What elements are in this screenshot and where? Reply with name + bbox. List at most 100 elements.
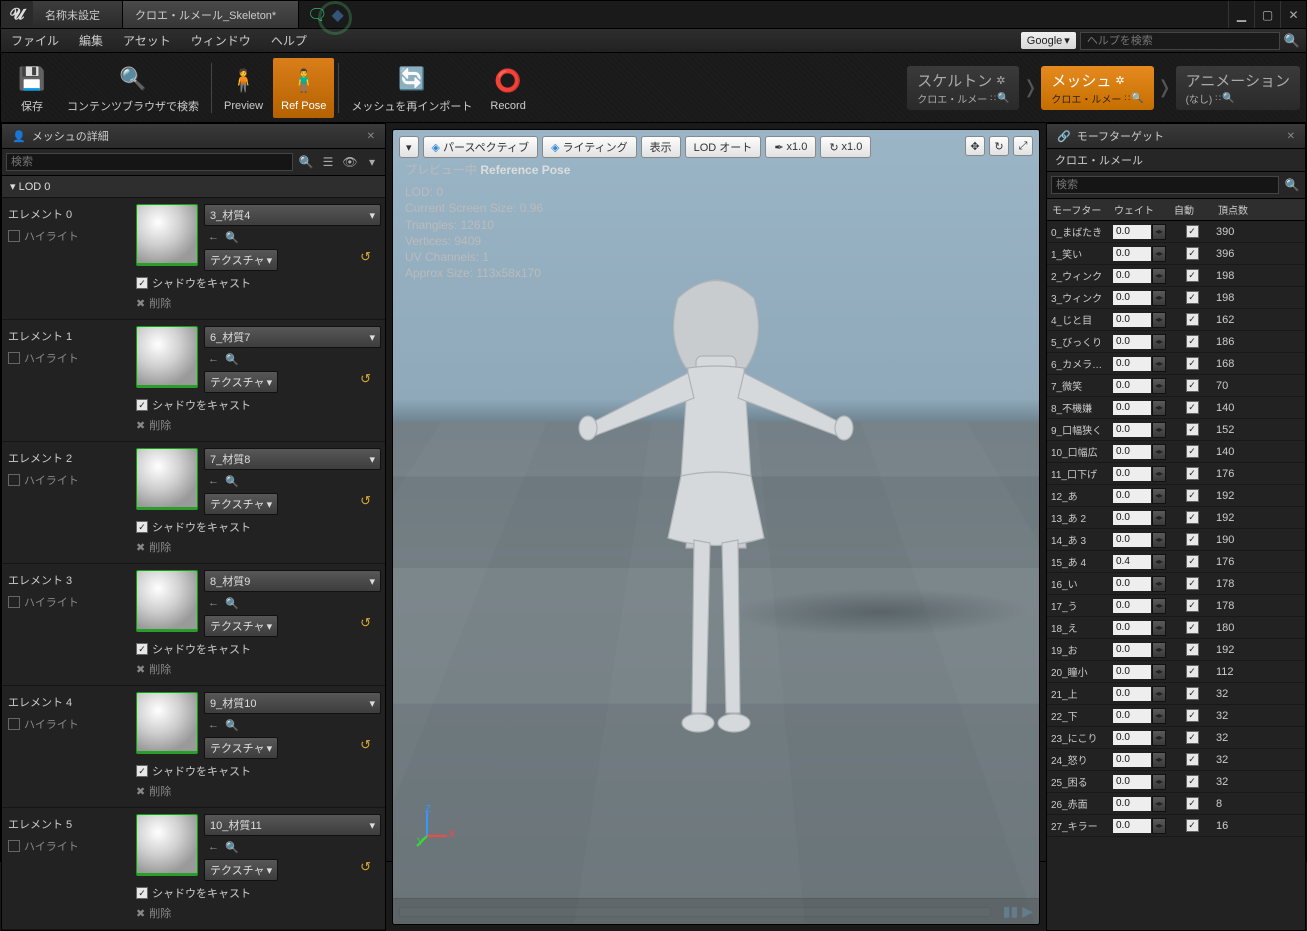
search-icon[interactable]: 🔍: [1283, 176, 1301, 194]
auto-checkbox[interactable]: ✓: [1186, 511, 1199, 524]
auto-checkbox[interactable]: ✓: [1186, 577, 1199, 590]
menu-help[interactable]: ヘルプ: [261, 32, 317, 49]
weight-spinner[interactable]: ◂▸: [1112, 444, 1166, 460]
spinner-buttons-icon[interactable]: ◂▸: [1152, 444, 1166, 460]
morph-name[interactable]: 11_口下げ: [1051, 466, 1112, 481]
help-search-input[interactable]: [1080, 32, 1280, 50]
revert-icon[interactable]: ↺: [360, 371, 371, 387]
header-verts[interactable]: 頂点数: [1204, 202, 1300, 217]
auto-checkbox[interactable]: ✓: [1186, 401, 1199, 414]
morph-name[interactable]: 25_困る: [1051, 774, 1112, 789]
speed-1-button[interactable]: ✒ x1.0: [765, 136, 816, 158]
spinner-buttons-icon[interactable]: ◂▸: [1152, 400, 1166, 416]
morph-name[interactable]: 10_口幅広: [1051, 444, 1112, 459]
spinner-buttons-icon[interactable]: ◂▸: [1152, 334, 1166, 350]
spinner-buttons-icon[interactable]: ◂▸: [1152, 268, 1166, 284]
maximize-button[interactable]: ▢: [1254, 1, 1280, 28]
weight-input[interactable]: [1112, 400, 1152, 416]
spinner-buttons-icon[interactable]: ◂▸: [1152, 554, 1166, 570]
weight-spinner[interactable]: ◂▸: [1112, 422, 1166, 438]
weight-spinner[interactable]: ◂▸: [1112, 752, 1166, 768]
morph-name[interactable]: 2_ウィンク: [1051, 268, 1112, 283]
morph-name[interactable]: 23_にこり: [1051, 730, 1112, 745]
texture-dropdown[interactable]: テクスチャ ▾: [204, 859, 278, 881]
auto-checkbox[interactable]: ✓: [1186, 445, 1199, 458]
revert-icon[interactable]: ↺: [360, 859, 371, 875]
morph-name[interactable]: 13_あ 2: [1051, 510, 1112, 525]
eye-icon[interactable]: 👁: [341, 153, 359, 171]
search-icon[interactable]: 🔍: [225, 353, 239, 366]
morph-name[interactable]: 7_微笑: [1051, 378, 1112, 393]
morph-name[interactable]: 9_口幅狭く: [1051, 422, 1112, 437]
lod-button[interactable]: LOD オート: [685, 136, 762, 158]
weight-input[interactable]: [1112, 246, 1152, 262]
morph-name[interactable]: 1_笑い: [1051, 246, 1112, 261]
spinner-buttons-icon[interactable]: ◂▸: [1152, 488, 1166, 504]
shadow-checkbox[interactable]: ✓シャドウをキャスト: [136, 761, 381, 781]
weight-spinner[interactable]: ◂▸: [1112, 708, 1166, 724]
minimize-button[interactable]: ▁: [1228, 1, 1254, 28]
search-icon[interactable]: 🔍: [1284, 33, 1300, 49]
weight-input[interactable]: [1112, 378, 1152, 394]
weight-spinner[interactable]: ◂▸: [1112, 378, 1166, 394]
spinner-buttons-icon[interactable]: ◂▸: [1152, 774, 1166, 790]
weight-spinner[interactable]: ◂▸: [1112, 818, 1166, 834]
weight-input[interactable]: [1112, 730, 1152, 746]
search-icon[interactable]: 🔍: [225, 475, 239, 488]
auto-checkbox[interactable]: ✓: [1186, 423, 1199, 436]
delete-button[interactable]: ✖削除: [136, 781, 381, 801]
weight-spinner[interactable]: ◂▸: [1112, 312, 1166, 328]
weight-spinner[interactable]: ◂▸: [1112, 620, 1166, 636]
tab-1[interactable]: 名称未設定: [33, 1, 123, 28]
morph-name[interactable]: 19_お: [1051, 642, 1112, 657]
highlight-checkbox[interactable]: ハイライト: [8, 838, 126, 854]
weight-spinner[interactable]: ◂▸: [1112, 774, 1166, 790]
material-dropdown[interactable]: 7_材質8▾: [204, 448, 381, 470]
auto-checkbox[interactable]: ✓: [1186, 687, 1199, 700]
weight-spinner[interactable]: ◂▸: [1112, 686, 1166, 702]
weight-input[interactable]: [1112, 444, 1152, 460]
shadow-checkbox[interactable]: ✓シャドウをキャスト: [136, 517, 381, 537]
spinner-buttons-icon[interactable]: ◂▸: [1152, 708, 1166, 724]
spinner-buttons-icon[interactable]: ◂▸: [1152, 356, 1166, 372]
crumb-animation[interactable]: アニメーション (なし)∷🔍: [1176, 66, 1300, 110]
crumb-mesh[interactable]: メッシュ✲ クロエ・ルメー∷🔍: [1041, 66, 1153, 110]
weight-spinner[interactable]: ◂▸: [1112, 356, 1166, 372]
auto-checkbox[interactable]: ✓: [1186, 357, 1199, 370]
material-dropdown[interactable]: 9_材質10▾: [204, 692, 381, 714]
google-dropdown[interactable]: Google▾: [1021, 32, 1076, 49]
reimport-button[interactable]: 🔄 メッシュを再インポート: [343, 58, 480, 118]
back-arrow-icon[interactable]: ←: [208, 231, 219, 244]
weight-input[interactable]: [1112, 554, 1152, 570]
lod-section-header[interactable]: ▾ LOD 0: [2, 176, 385, 198]
lighting-button[interactable]: ◈ライティング: [542, 136, 637, 158]
auto-checkbox[interactable]: ✓: [1186, 335, 1199, 348]
spinner-buttons-icon[interactable]: ◂▸: [1152, 642, 1166, 658]
shadow-checkbox[interactable]: ✓シャドウをキャスト: [136, 883, 381, 903]
weight-input[interactable]: [1112, 312, 1152, 328]
auto-checkbox[interactable]: ✓: [1186, 621, 1199, 634]
refpose-button[interactable]: 🧍‍♂️ Ref Pose: [273, 58, 334, 118]
weight-input[interactable]: [1112, 752, 1152, 768]
weight-spinner[interactable]: ◂▸: [1112, 510, 1166, 526]
texture-dropdown[interactable]: テクスチャ ▾: [204, 737, 278, 759]
weight-spinner[interactable]: ◂▸: [1112, 488, 1166, 504]
spinner-buttons-icon[interactable]: ◂▸: [1152, 664, 1166, 680]
shadow-checkbox[interactable]: ✓シャドウをキャスト: [136, 639, 381, 659]
delete-button[interactable]: ✖削除: [136, 659, 381, 679]
crumb-skeleton[interactable]: スケルトン✲ クロエ・ルメー∷🔍: [907, 66, 1019, 110]
weight-spinner[interactable]: ◂▸: [1112, 246, 1166, 262]
delete-button[interactable]: ✖削除: [136, 537, 381, 557]
menu-edit[interactable]: 編集: [69, 32, 113, 49]
search-icon[interactable]: 🔍: [225, 231, 239, 244]
morph-name[interactable]: 15_あ 4: [1051, 554, 1112, 569]
material-thumbnail[interactable]: [136, 814, 198, 876]
material-dropdown[interactable]: 3_材質4▾: [204, 204, 381, 226]
search-icon[interactable]: 🔍: [297, 153, 315, 171]
weight-spinner[interactable]: ◂▸: [1112, 576, 1166, 592]
show-button[interactable]: 表示: [641, 136, 681, 158]
highlight-checkbox[interactable]: ハイライト: [8, 594, 126, 610]
back-arrow-icon[interactable]: ←: [208, 719, 219, 732]
weight-input[interactable]: [1112, 598, 1152, 614]
weight-input[interactable]: [1112, 796, 1152, 812]
